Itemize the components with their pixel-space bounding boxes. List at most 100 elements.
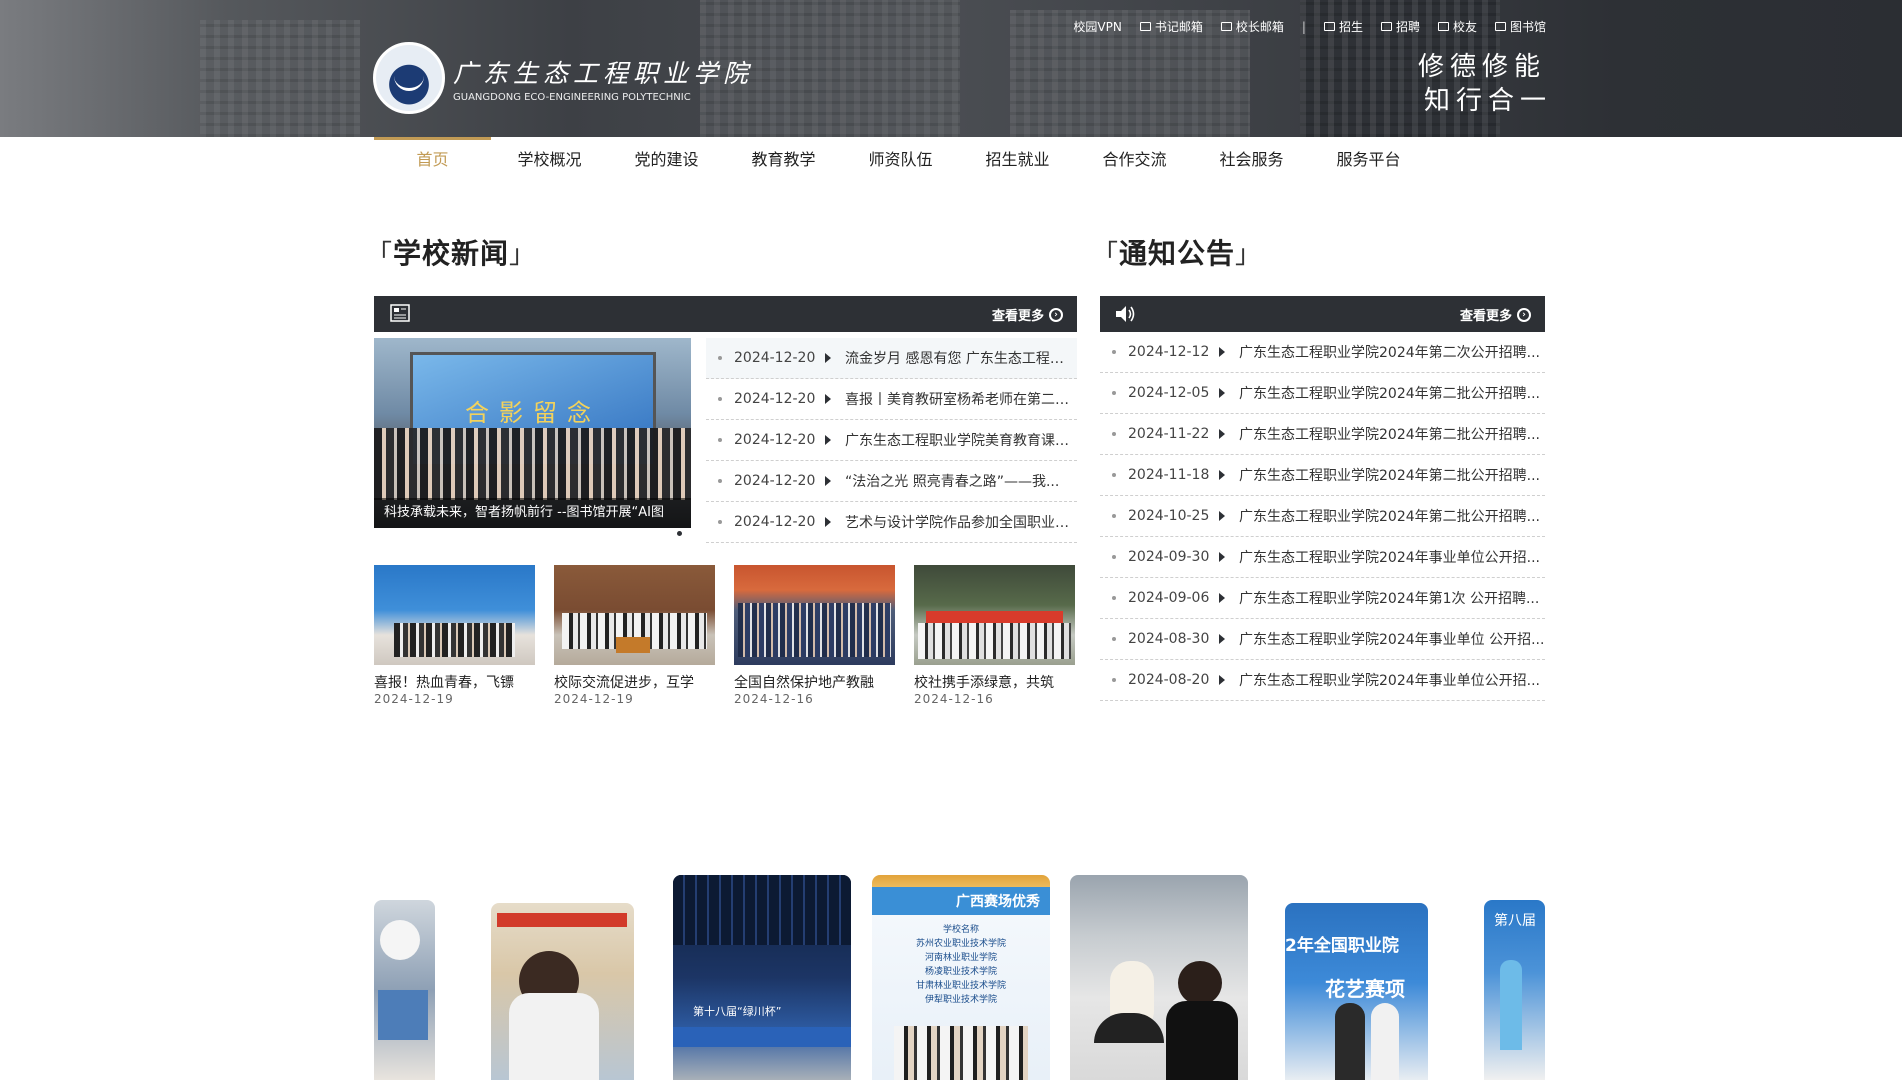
news-item[interactable]: 2024-12-20 喜报丨美育教研室杨希老师在第二届... [706, 379, 1077, 420]
triangle-right-icon [825, 394, 831, 404]
group-photo [374, 428, 691, 500]
toplink-president-mail[interactable]: 校长邮箱 [1220, 18, 1284, 35]
notice-item[interactable]: 2024-09-06 广东生态工程职业学院2024年第1次 公开招聘... [1100, 578, 1545, 619]
feature-caption: 科技承载未来，智者扬帆前行 --图书馆开展“AI图 [374, 498, 691, 528]
nav-social-service[interactable]: 社会服务 [1193, 137, 1310, 183]
mail-icon [1139, 22, 1151, 31]
slide-banner-text: 第十八届“绿川杯” [693, 1005, 782, 1018]
notice-item[interactable]: 2024-12-12 广东生态工程职业学院2024年第二次公开招聘... [1100, 332, 1545, 373]
nav-admission-employment[interactable]: 招生就业 [959, 137, 1076, 183]
slide-sub-text: 花艺赛项 [1325, 977, 1405, 1001]
triangle-right-icon [1219, 470, 1225, 480]
notice-more-link[interactable]: 查看更多 › [1460, 305, 1531, 324]
triangle-right-icon [1219, 388, 1225, 398]
carousel-slide[interactable]: 2年全国职业院 花艺赛项 [1285, 903, 1428, 1080]
toplink-alumni[interactable]: 校友 [1437, 18, 1477, 35]
news-thumb[interactable]: 校际交流促进步，互学 2024-12-19 [554, 565, 715, 706]
triangle-right-icon [1219, 634, 1225, 644]
triangle-right-icon [825, 517, 831, 527]
notice-section-title: 「通知公告」 [1092, 237, 1263, 270]
news-thumb-image [734, 565, 895, 665]
triangle-right-icon [1219, 511, 1225, 521]
triangle-right-icon [1219, 593, 1225, 603]
nav-faculty[interactable]: 师资队伍 [842, 137, 959, 183]
carousel-slide[interactable]: 广西赛场优秀 学校名称 苏州农业职业技术学院 河南林业职业学院 杨凌职业技术学院… [872, 875, 1050, 1080]
recruit-icon [1380, 22, 1392, 31]
nav-home[interactable]: 首页 [374, 137, 491, 183]
site-header: 广东生态工程职业学院 GUANGDONG ECO-ENGINEERING POL… [0, 0, 1902, 137]
school-motto: 修德修能 知行合一 [1418, 50, 1546, 118]
slide-heading: 广西赛场优秀 [956, 894, 1040, 910]
school-seal-icon [373, 42, 445, 114]
carousel-slide[interactable] [374, 900, 435, 1080]
nav-service-platform[interactable]: 服务平台 [1310, 137, 1427, 183]
site-logo[interactable]: 广东生态工程职业学院 GUANGDONG ECO-ENGINEERING POL… [373, 42, 753, 114]
toplink-vpn[interactable]: 校园VPN [1073, 18, 1121, 35]
main-nav: 首页 学校概况 党的建设 教育教学 师资队伍 招生就业 合作交流 社会服务 服务… [374, 137, 1427, 183]
triangle-right-icon [1219, 429, 1225, 439]
arrow-right-icon: › [1517, 307, 1531, 322]
news-thumb-image [374, 565, 535, 665]
slider-dot[interactable] [677, 531, 682, 536]
slide-banner-text: 第八届 [1494, 913, 1536, 929]
triangle-right-icon [825, 476, 831, 486]
triangle-right-icon [825, 435, 831, 445]
carousel-slide[interactable]: 第八届 [1484, 900, 1545, 1080]
news-thumb-image [554, 565, 715, 665]
carousel-slide[interactable]: 第十八届“绿川杯” [673, 875, 851, 1080]
nav-school-overview[interactable]: 学校概况 [491, 137, 608, 183]
triangle-right-icon [1219, 675, 1225, 685]
notice-item[interactable]: 2024-11-22 广东生态工程职业学院2024年第二批公开招聘... [1100, 414, 1545, 455]
alumni-icon [1437, 22, 1449, 31]
toplink-recruit[interactable]: 招聘 [1380, 18, 1420, 35]
news-feature-image[interactable]: 合影留念 科技承载未来，智者扬帆前行 --图书馆开展“AI图 [374, 338, 691, 528]
nav-education[interactable]: 教育教学 [725, 137, 842, 183]
toplink-enroll[interactable]: 招生 [1323, 18, 1363, 35]
news-thumb-image [914, 565, 1075, 665]
toplink-library[interactable]: 图书馆 [1494, 18, 1546, 35]
notice-item[interactable]: 2024-08-30 广东生态工程职业学院2024年事业单位 公开招... [1100, 619, 1545, 660]
nav-party-building[interactable]: 党的建设 [608, 137, 725, 183]
logo-chinese-name: 广东生态工程职业学院 [453, 58, 754, 88]
triangle-right-icon [1219, 552, 1225, 562]
news-thumb[interactable]: 喜报！热血青春，飞镖 2024-12-19 [374, 565, 535, 706]
notice-item[interactable]: 2024-10-25 广东生态工程职业学院2024年第二批公开招聘... [1100, 496, 1545, 537]
notice-header-bar: 查看更多 › [1100, 296, 1545, 332]
toplink-secretary-mail[interactable]: 书记邮箱 [1139, 18, 1203, 35]
news-list: 2024-12-20 流金岁月 感恩有您 广东生态工程职... 2024-12-2… [706, 338, 1077, 543]
nav-cooperation[interactable]: 合作交流 [1076, 137, 1193, 183]
slide-banner-text: 2年全国职业院 [1285, 936, 1399, 956]
carousel-slide[interactable] [491, 903, 634, 1080]
notice-item[interactable]: 2024-08-20 广东生态工程职业学院2024年事业单位公开招... [1100, 660, 1545, 701]
notice-item[interactable]: 2024-11-18 广东生态工程职业学院2024年第二批公开招聘... [1100, 455, 1545, 496]
news-item[interactable]: 2024-12-20 流金岁月 感恩有您 广东生态工程职... [706, 338, 1077, 379]
enroll-icon [1323, 22, 1335, 31]
newspaper-icon [390, 304, 410, 322]
header-bg-building [200, 20, 360, 137]
news-thumb[interactable]: 全国自然保护地产教融 2024-12-16 [734, 565, 895, 706]
arrow-right-icon: › [1049, 307, 1063, 322]
news-header-bar: 查看更多 › [374, 296, 1077, 332]
notice-item[interactable]: 2024-12-05 广东生态工程职业学院2024年第二批公开招聘... [1100, 373, 1545, 414]
carousel-slide[interactable] [1070, 875, 1248, 1080]
triangle-right-icon [825, 353, 831, 363]
feature-screen-text: 合影留念 [465, 399, 601, 427]
news-item[interactable]: 2024-12-20 艺术与设计学院作品参加全国职业院... [706, 502, 1077, 543]
news-item[interactable]: 2024-12-20 “法治之光 照亮青春之路”——我... [706, 461, 1077, 502]
news-thumb[interactable]: 校社携手添绿意，共筑 2024-12-16 [914, 565, 1075, 706]
mail-icon [1220, 22, 1232, 31]
motto-line-1: 修德修能 [1417, 52, 1546, 82]
motto-line-2: 知行合一 [1423, 86, 1552, 116]
toplink-separator: | [1301, 19, 1306, 34]
news-section-title: 「学校新闻」 [366, 237, 537, 270]
slide-school-list: 学校名称 苏州农业职业技术学院 河南林业职业学院 杨凌职业技术学院 甘肃林业职业… [915, 925, 1006, 1005]
news-item[interactable]: 2024-12-20 广东生态工程职业学院美育教育课程... [706, 420, 1077, 461]
logo-english-name: GUANGDONG ECO-ENGINEERING POLYTECHNIC [453, 91, 691, 103]
news-more-link[interactable]: 查看更多 › [992, 305, 1063, 324]
notice-list: 2024-12-12 广东生态工程职业学院2024年第二次公开招聘... 2024… [1100, 332, 1545, 701]
speaker-icon [1116, 306, 1135, 322]
book-icon [1494, 22, 1506, 31]
notice-item[interactable]: 2024-09-30 广东生态工程职业学院2024年事业单位公开招... [1100, 537, 1545, 578]
top-links: 校园VPN 书记邮箱 校长邮箱 | 招生 招聘 校友 图书馆 [1073, 18, 1546, 35]
triangle-right-icon [1219, 347, 1225, 357]
